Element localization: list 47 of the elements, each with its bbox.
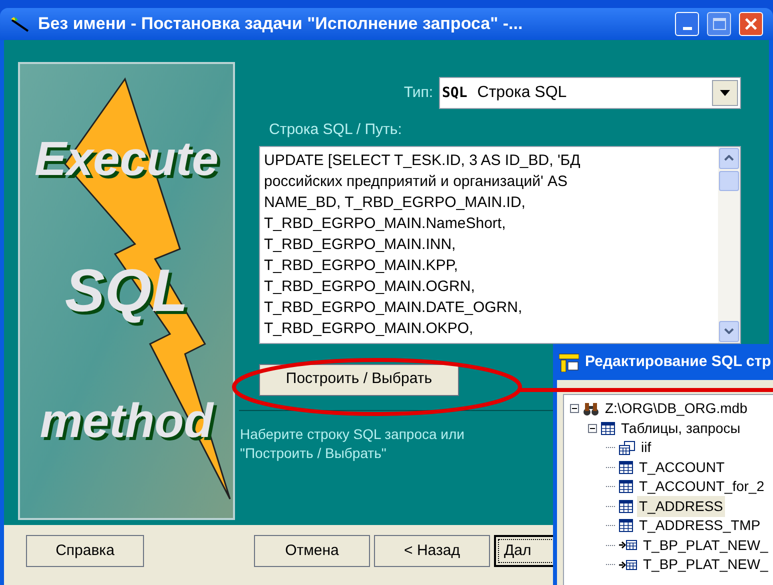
query-icon (619, 440, 635, 455)
help-button[interactable]: Справка (26, 535, 144, 567)
hint-text: Наберите строку SQL запроса или "Построить / Выбрать" (240, 424, 464, 462)
tree-item[interactable]: Таблицы, запросы (619, 418, 742, 439)
tree-item[interactable]: T_ADDRESS (637, 496, 726, 517)
table-icon (601, 422, 615, 435)
window-title: Без имени - Постановка задачи "Исполнение запроса" -... (38, 13, 524, 36)
table-icon (619, 460, 633, 474)
close-icon (745, 18, 757, 30)
binoculars-icon (583, 402, 599, 416)
scrollbar[interactable] (718, 146, 740, 342)
collapse-icon[interactable] (588, 424, 597, 433)
dropdown-button[interactable] (712, 80, 738, 106)
wand-icon (10, 16, 30, 32)
tree-item[interactable]: T_BP_PLAT_NEW_ (641, 554, 770, 576)
caret-icon (720, 90, 730, 96)
sql-code-label: SQL (442, 84, 468, 102)
scroll-up-button[interactable] (719, 148, 739, 168)
type-dropdown[interactable]: SQL Строка SQL (439, 77, 741, 109)
linked-table-icon (619, 558, 637, 571)
chevron-up-icon (724, 155, 734, 161)
scroll-thumb[interactable] (719, 170, 739, 190)
sql-text-field[interactable] (259, 146, 741, 344)
table-icon (619, 500, 633, 513)
nav-button[interactable]: < Назад (374, 535, 490, 567)
sql-label: Строка SQL / Путь: (269, 120, 403, 140)
table-icon (619, 519, 633, 532)
tree-item[interactable]: iif (639, 437, 654, 458)
table-icon (619, 480, 633, 494)
linked-table-icon (619, 539, 637, 552)
tree-item[interactable]: T_ADDRESS_TMP (637, 515, 762, 536)
type-label: Тип: (404, 82, 433, 103)
minimize-button[interactable] (675, 12, 699, 36)
scroll-down-button[interactable] (719, 320, 739, 342)
editor-window-title: Редактирование SQL стр (585, 352, 771, 372)
maximize-button[interactable] (707, 12, 731, 36)
tree-item[interactable]: T_BP_PLAT_NEW_ (641, 534, 770, 556)
nav-button[interactable]: Отмена (254, 535, 370, 567)
build-button[interactable]: Построить / Выбрать (259, 364, 459, 396)
type-value: Строка SQL (477, 83, 568, 103)
sql-text: UPDATE [SELECT T_ESK.ID, 3 AS ID_BD, 'БД российских предприятий и организаций' AS NAME_BD, T_RBD_EGRPO_MAIN.ID, T_RBD_EGRPO_MAIN.NameShort, T_RBD_EGRPO_MAIN.INN, T_RBD_EGRPO_MAIN.KPP, T_RBD_EGRPO_MAIN.OGRN, T_RBD_EGRPO_MAIN.DATE_OGRN, T_RBD_EGRPO_MAIN.OKPO, (263, 150, 582, 338)
close-button[interactable] (739, 12, 763, 36)
tree-item[interactable]: Z:\ORG\DB_ORG.mdb (603, 398, 750, 420)
collapse-icon[interactable] (570, 404, 579, 414)
tree-item[interactable]: T_ACCOUNT (637, 456, 727, 478)
tree-item[interactable]: T_ACCOUNT_for_2 (637, 476, 766, 498)
chevron-down-icon (724, 328, 734, 334)
